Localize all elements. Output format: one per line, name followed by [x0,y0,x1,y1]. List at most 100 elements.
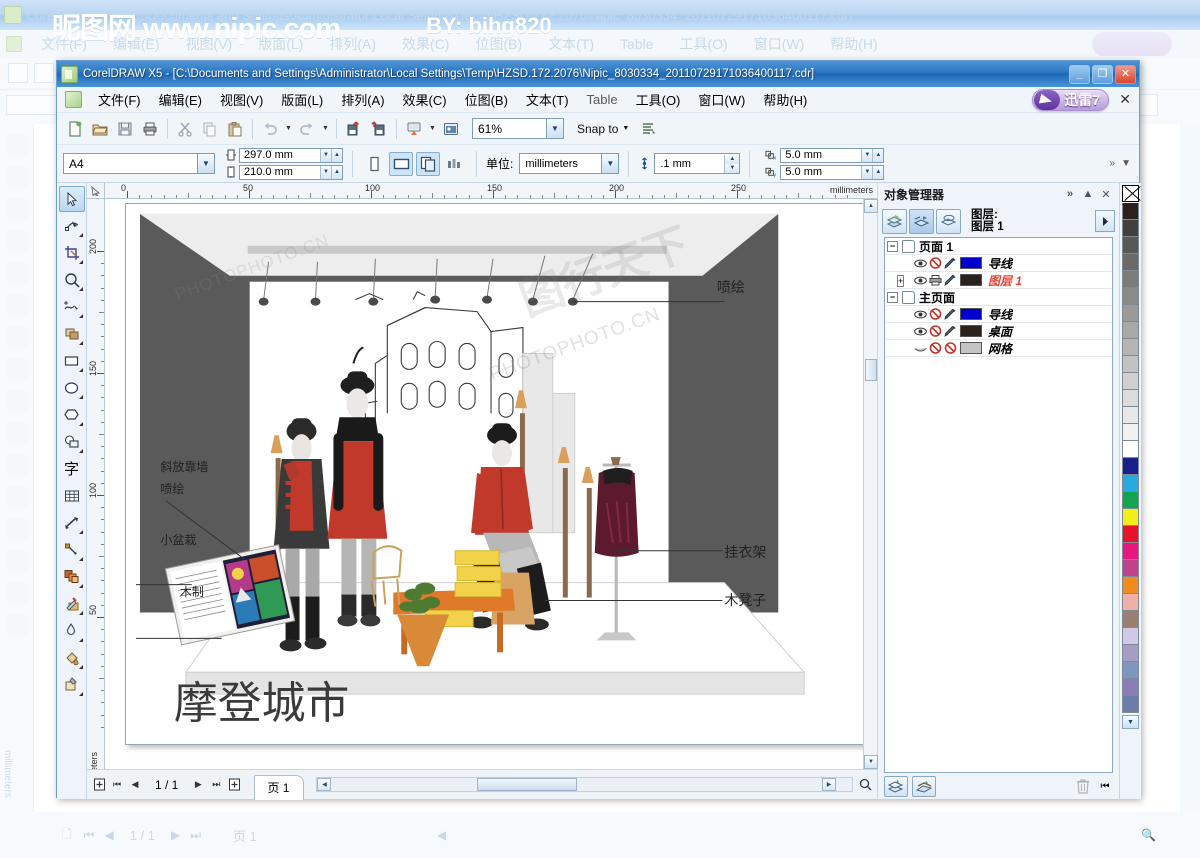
dimension-tool[interactable] [59,510,85,536]
flyout-arrow-icon[interactable] [78,260,83,264]
smart-fill-tool[interactable] [59,321,85,347]
ellipse-tool[interactable] [59,375,85,401]
menu-text[interactable]: 文本(T) [517,86,578,113]
page-height-spinners[interactable]: ▼ ▲ [320,165,342,179]
palette-swatch[interactable] [1122,356,1139,373]
layer-color-swatch[interactable] [960,325,982,337]
palette-swatch[interactable] [1122,492,1139,509]
shape-tool[interactable] [59,213,85,239]
tree-layer-guide-master[interactable]: 导线 [885,306,1112,323]
palette-swatch[interactable] [1122,577,1139,594]
edit-across-layers-button[interactable] [909,208,934,234]
vert-scrollbar[interactable]: ▲ ▼ [863,199,878,769]
fill-tool[interactable] [59,645,85,671]
page-width-down-icon[interactable]: ▼ [320,148,331,162]
close-document-button[interactable]: ✕ [1119,92,1131,106]
palette-swatch[interactable] [1122,645,1139,662]
page-height-field[interactable]: 210.0 mm ▼ ▲ [239,164,343,180]
print-button[interactable] [138,117,162,141]
next-page-button[interactable]: ▶ [190,777,206,793]
options-button[interactable] [636,117,660,141]
flyout-arrow-icon[interactable] [78,692,83,696]
page-height-down-icon[interactable]: ▼ [320,165,331,179]
tree-expander[interactable]: − [887,291,898,303]
duplicate-y-down-icon[interactable]: ▼ [861,165,873,179]
orientation-landscape-button[interactable] [389,151,413,176]
duplicate-x-field[interactable]: 5.0 mm ▼ ▲ [780,147,885,163]
palette-swatch[interactable] [1122,526,1139,543]
redo-button[interactable] [295,117,319,141]
export-button[interactable] [367,117,391,141]
page-size-combo[interactable]: A4 ▼ [63,153,215,174]
palette-swatch[interactable] [1122,254,1139,271]
page-size-arrow-icon[interactable]: ▼ [197,154,214,173]
minimize-button[interactable]: _ [1069,64,1090,84]
flyout-arrow-icon[interactable] [78,611,83,615]
menu-help[interactable]: 帮助(H) [754,86,816,113]
flyout-arrow-icon[interactable] [78,638,83,642]
tree-layer-grid[interactable]: 网格 [885,340,1112,357]
nudge-up-icon[interactable]: ▲ [724,154,740,164]
palette-swatch[interactable] [1122,322,1139,339]
docker-expand-button[interactable]: » [1061,188,1079,200]
menu-tools[interactable]: 工具(O) [627,86,690,113]
palette-swatch[interactable] [1122,339,1139,356]
layer-edit-icon[interactable] [943,274,958,287]
redo-dropdown-arrow-icon[interactable]: ▼ [320,117,331,141]
layer-edit-icon[interactable] [943,342,958,355]
palette-swatch[interactable] [1122,305,1139,322]
cut-button[interactable] [173,117,197,141]
flyout-arrow-icon[interactable] [78,395,83,399]
palette-swatch[interactable] [1122,271,1139,288]
palette-scroll-down-button[interactable]: ▼ [1122,715,1139,729]
import-button[interactable] [342,117,366,141]
nudge-down-icon[interactable]: ▼ [724,163,740,173]
zoom-dropdown-arrow-icon[interactable]: ▼ [546,119,563,138]
layer-color-swatch[interactable] [960,308,982,320]
prev-page-button[interactable]: ◀ [127,777,143,793]
menu-layout[interactable]: 版面(L) [272,86,332,113]
docker-options-flyout-button[interactable] [1095,210,1115,232]
units-arrow-icon[interactable]: ▼ [601,154,619,173]
undo-button[interactable] [258,117,282,141]
layer-visibility-icon[interactable] [913,325,928,338]
palette-swatch[interactable] [1122,441,1139,458]
palette-swatch[interactable] [1122,203,1139,220]
last-page-button[interactable]: ⏭ [208,777,224,793]
menu-view[interactable]: 视图(V) [211,86,272,113]
save-document-button[interactable] [113,117,137,141]
palette-swatch[interactable] [1122,237,1139,254]
scroll-down-button[interactable]: ▼ [864,755,878,769]
palette-swatch[interactable] [1122,628,1139,645]
flyout-arrow-icon[interactable] [78,530,83,534]
palette-swatch[interactable] [1122,424,1139,441]
horizontal-scroll-thumb[interactable] [477,778,578,791]
interactive-fill-tool[interactable] [59,672,85,698]
basic-shapes-tool[interactable] [59,429,85,455]
menu-edit[interactable]: 编辑(E) [150,86,211,113]
new-document-button[interactable] [63,117,87,141]
palette-swatch[interactable] [1122,373,1139,390]
blend-tool[interactable] [59,564,85,590]
layer-print-icon[interactable] [928,257,943,270]
flyout-arrow-icon[interactable] [78,584,83,588]
page-width-up-icon[interactable]: ▲ [331,148,342,162]
tree-layer-desktop[interactable]: 桌面 [885,323,1112,340]
page-height-up-icon[interactable]: ▲ [331,165,342,179]
scroll-right-button[interactable]: ▶ [822,778,836,791]
nudge-distance-field[interactable]: .1 mm ▲ ▼ [654,153,741,174]
layer-edit-icon[interactable] [943,257,958,270]
color-eyedropper-tool[interactable] [59,591,85,617]
new-master-layer-button[interactable] [912,775,936,797]
flyout-arrow-icon[interactable] [78,287,83,291]
publish-pdf-dropdown-arrow-icon[interactable]: ▼ [427,117,438,141]
layer-color-swatch[interactable] [960,257,982,269]
page-width-spinners[interactable]: ▼ ▲ [320,148,342,162]
menu-file[interactable]: 文件(F) [89,86,150,113]
new-layer-button[interactable] [884,775,908,797]
insert-page-before-button[interactable] [91,777,107,793]
flyout-arrow-icon[interactable] [78,422,83,426]
layer-edit-icon[interactable] [943,325,958,338]
docker-end-button[interactable]: ⏮ [1097,776,1113,797]
layer-manager-view-button[interactable] [936,208,961,234]
